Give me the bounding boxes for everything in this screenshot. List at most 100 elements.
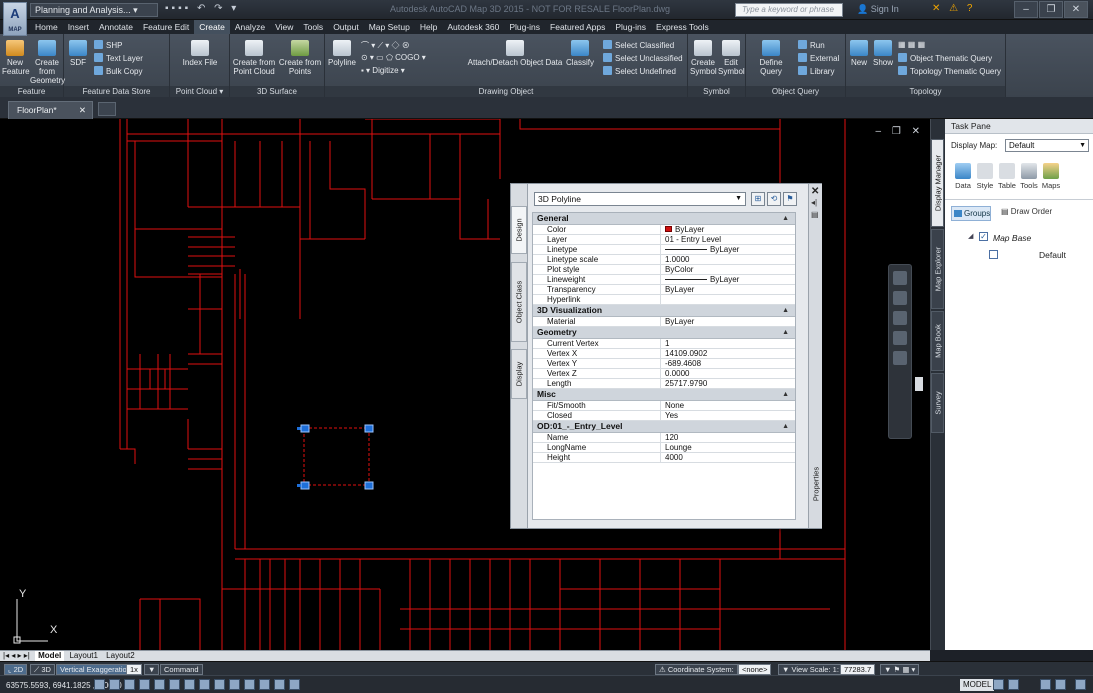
property-row[interactable]: Layer 01 - Entry Level [533,235,795,245]
palette-menu-icon[interactable]: ▤ [811,210,819,219]
ribbon-tab-analyze[interactable]: Analyze [230,20,270,34]
property-row[interactable]: Fit/Smooth None [533,401,795,411]
property-value[interactable]: -689.4608 [662,359,794,368]
property-section-header[interactable]: Geometry ▲ [533,327,795,339]
ribbon-tab-create[interactable]: Create [194,20,230,34]
run-query-button[interactable]: Run [798,40,825,50]
3d-object-snap-icon[interactable] [184,679,195,690]
tab-map-book[interactable]: Map Book [931,311,944,371]
lock-ui-icon[interactable] [1055,679,1066,690]
viewport-controls[interactable]: – ❐ ✕ [876,126,924,137]
quick-access-toolbar[interactable]: ▪▪▪▪ ↶ ↷ ▾ [165,3,239,14]
command-line[interactable]: Command [160,664,203,675]
property-value[interactable]: 01 - Entry Level [662,235,794,244]
workspace-switching-icon[interactable] [1040,679,1051,690]
close-icon[interactable]: ✕ [811,186,819,197]
draw-order-button[interactable]: ▤ Draw Order [1001,207,1052,216]
collapse-icon[interactable]: ▲ [782,389,789,400]
select-objects-button[interactable]: ⟲ [767,192,781,206]
define-query-button[interactable]: Define Query [748,40,794,76]
property-value[interactable]: ByColor [662,265,794,274]
dynamic-ucs-icon[interactable] [214,679,225,690]
property-value[interactable]: ByLayer [662,317,794,326]
model-space-button[interactable]: MODEL [960,679,995,691]
ribbon-tab-tools[interactable]: Tools [298,20,328,34]
property-row[interactable]: Current Vertex 1 [533,339,795,349]
create-from-point-cloud-button[interactable]: Create from Point Cloud [232,40,276,76]
vertical-exaggeration-input[interactable]: 1x [126,664,142,675]
property-row[interactable]: Linetype scale 1.0000 [533,255,795,265]
property-value[interactable]: ByLayer [662,275,794,284]
polar-tracking-icon[interactable] [154,679,165,690]
quick-view-layouts-icon[interactable] [993,679,1004,690]
create-symbol-button[interactable]: Create Symbol [690,40,717,76]
maps-tool[interactable]: Maps [1039,163,1063,190]
property-value[interactable]: 1.0000 [662,255,794,264]
transparency-icon[interactable] [259,679,270,690]
quick-properties-icon[interactable] [274,679,285,690]
map-base-checkbox[interactable]: ✓ [979,232,988,241]
property-value[interactable]: 0.0000 [662,369,794,378]
ribbon-tab-view[interactable]: View [270,20,298,34]
ribbon-tab-insert[interactable]: Insert [63,20,94,34]
select-classified-button[interactable]: Select Classified [603,40,674,50]
display-map-dropdown[interactable]: Default ▼ [1005,139,1089,152]
property-row[interactable]: LongName Lounge [533,443,795,453]
mode-2d-button[interactable]: ⌞ 2D [4,664,28,675]
view-scale-value[interactable]: 77283.7 [840,664,876,675]
data-tool[interactable]: Data [951,163,975,190]
tab-model[interactable]: Model [35,651,65,661]
new-feature-button[interactable]: New Feature [2,40,30,76]
tab-object-class[interactable]: Object Class [511,262,527,342]
object-snap-icon[interactable] [169,679,180,690]
classify-button[interactable]: Classify [563,40,597,67]
edit-symbol-button[interactable]: Edit Symbol [718,40,745,76]
digitize-button[interactable]: ▪ ▾ Digitize ▾ [361,66,405,75]
dynamic-input-icon[interactable] [229,679,240,690]
mode-3d-button[interactable]: ⟋ 3D [30,664,55,675]
quick-view-drawings-icon[interactable] [1008,679,1019,690]
property-row[interactable]: Lineweight ByLayer [533,275,795,285]
property-value[interactable]: 1 [662,339,794,348]
close-button[interactable]: ✕ [1064,1,1088,18]
property-value[interactable]: ByLayer [662,285,794,294]
property-row[interactable]: Vertex Z 0.0000 [533,369,795,379]
ribbon-tab-featured-apps[interactable]: Featured Apps [545,20,610,34]
vertical-exaggeration-dropdown[interactable]: ▼ [144,664,160,675]
panel-title[interactable]: Point Cloud ▾ [170,86,229,97]
property-section-header[interactable]: General ▲ [533,213,795,225]
selection-cycling-icon[interactable] [289,679,300,690]
object-snap-tracking-icon[interactable] [199,679,210,690]
toggle-pickadd-button[interactable]: ⊞ [751,192,765,206]
navigation-bar[interactable] [888,264,912,439]
property-value[interactable]: 120 [662,433,794,442]
select-undefined-button[interactable]: Select Undefined [603,66,676,76]
property-row[interactable]: Plot style ByColor [533,265,795,275]
tools-tool[interactable]: Tools [1017,163,1041,190]
property-value[interactable]: ByLayer [662,225,794,234]
snap-mode-icon[interactable] [109,679,120,690]
property-row[interactable]: Name 120 [533,433,795,443]
groups-button[interactable]: Groups [951,206,991,221]
ribbon-tab-home[interactable]: Home [30,20,63,34]
collapse-icon[interactable]: ▲ [782,305,789,316]
tab-layout2[interactable]: Layout2 [103,651,137,661]
tab-layout1[interactable]: Layout1 [66,651,100,661]
tab-map-explorer[interactable]: Map Explorer [931,229,944,309]
ribbon-tab-autodesk-360[interactable]: Autodesk 360 [442,20,504,34]
property-value[interactable]: None [662,401,794,410]
polyline-button[interactable]: Polyline [327,40,357,67]
show-topology-button[interactable]: Show [872,40,894,67]
clean-screen-icon[interactable] [1075,679,1086,690]
property-value[interactable]: 25717.9790 [662,379,794,388]
object-type-dropdown[interactable]: 3D Polyline ▼ [534,192,746,206]
property-row[interactable]: Vertex Y -689.4608 [533,359,795,369]
bulk-copy-button[interactable]: Bulk Copy [94,66,142,76]
steering-wheel-icon[interactable] [893,271,907,285]
view-tools-dropdown[interactable]: ▼ ⚑ ▦ ▾ [880,664,920,675]
file-tab-floorplan[interactable]: FloorPlan* ✕ [8,101,93,119]
select-unclassified-button[interactable]: Select Unclassified [603,53,683,63]
ribbon-tab-express-tools[interactable]: Express Tools [651,20,714,34]
property-row[interactable]: Length 25717.9790 [533,379,795,389]
sdf-button[interactable]: SDF [68,40,88,67]
